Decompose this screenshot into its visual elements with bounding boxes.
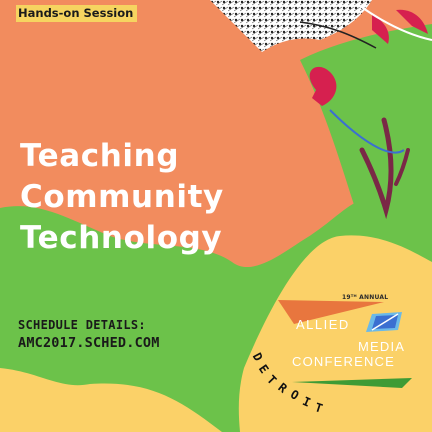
city-letter: R	[275, 380, 290, 396]
city-letter: I	[300, 394, 313, 410]
event-poster: Hands-on Session Teaching Community Tech…	[0, 0, 432, 432]
city-letter: E	[255, 362, 272, 376]
city-letter: D	[249, 350, 266, 364]
conference-edition: 19ᵀᴴ ANNUAL	[342, 294, 389, 301]
title-line: Technology	[20, 220, 223, 256]
conference-name-line: ALLIED	[296, 317, 350, 332]
city-letter: O	[287, 387, 302, 403]
session-type-badge: Hands-on Session	[16, 5, 138, 22]
city-letter: T	[264, 372, 280, 388]
session-title: Teaching Community Technology	[20, 136, 224, 259]
conference-name-line: MEDIA	[358, 339, 406, 354]
title-line: Teaching	[20, 138, 180, 174]
title-line: Community	[20, 179, 224, 215]
schedule-url[interactable]: AMC2017.SCHED.COM	[18, 335, 160, 351]
conference-city: DETROIT	[246, 346, 336, 426]
city-letter: T	[313, 400, 325, 416]
schedule-label: SCHEDULE DETAILS:	[18, 318, 146, 332]
